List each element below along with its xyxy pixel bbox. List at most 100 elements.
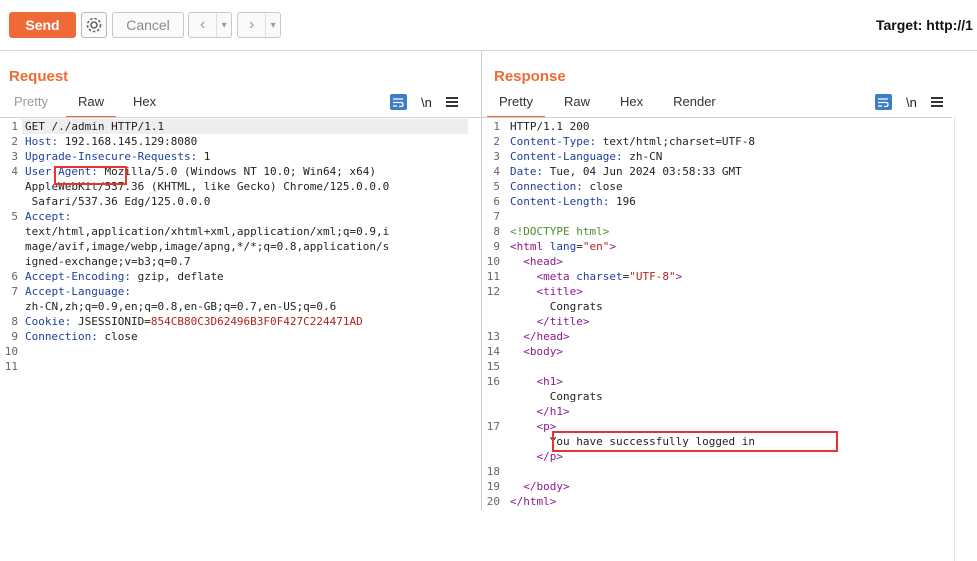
line-number: 7	[11, 285, 18, 298]
line-number: 2	[493, 135, 500, 148]
code-text: zh-CN,zh;q=0.9,en;q=0.8,en-GB;q=0.7,en-U…	[25, 300, 337, 313]
wrap-lines-icon[interactable]	[390, 94, 407, 110]
line-number: 20	[486, 495, 500, 508]
response-tabs: Pretty Raw Hex Render	[487, 94, 716, 118]
tab-hex[interactable]: Hex	[620, 94, 643, 114]
code-text: igned-exchange;v=b3;q=0.7	[25, 255, 191, 268]
newline-toggle[interactable]: \n	[421, 95, 432, 110]
header-value: close	[97, 330, 138, 343]
html-attr: charset	[569, 270, 623, 283]
line-number: 2	[11, 135, 18, 148]
code-line: Content-Type: text/html;charset=UTF-8	[510, 134, 755, 149]
html-tag: <title>	[536, 285, 583, 298]
tab-pretty[interactable]: Pretty	[14, 94, 48, 114]
forward-arrow-icon[interactable]: ›	[238, 13, 265, 37]
forward-dropdown-icon[interactable]: ▾	[265, 13, 280, 37]
back-arrow-icon[interactable]: ‹	[189, 13, 216, 37]
code-line: <!DOCTYPE html>	[510, 224, 609, 239]
text-content: Congrats	[549, 390, 603, 403]
header-name: Content-Length:	[510, 195, 610, 208]
request-editor-tools: \n	[390, 94, 458, 110]
code-line: Content-Length: 196	[510, 194, 636, 209]
code-line: Accept-Encoding: gzip, deflate	[25, 269, 224, 284]
target-label[interactable]: Target: http://1	[876, 17, 973, 33]
html-tag: </html>	[510, 495, 557, 508]
line-number: 7	[493, 210, 500, 223]
doctype: <!DOCTYPE html>	[510, 225, 610, 238]
html-tag: </title>	[536, 315, 590, 328]
code-line: <title>	[510, 284, 583, 299]
code-line: </html>	[510, 494, 556, 509]
code-line: text/html,application/xhtml+xml,applicat…	[25, 224, 389, 239]
tab-raw[interactable]: Raw	[65, 94, 117, 118]
code-line: igned-exchange;v=b3;q=0.7	[25, 254, 191, 269]
header-value: JSESSIONID=	[71, 315, 151, 328]
header-value: gzip, deflate	[130, 270, 224, 283]
header-value: close	[582, 180, 623, 193]
tab-hex[interactable]: Hex	[133, 94, 156, 114]
response-title: Response	[494, 68, 566, 85]
header-name: Content-Type:	[510, 135, 597, 148]
code-line: Safari/537.36 Edg/125.0.0.0	[25, 194, 211, 209]
line-number: 6	[11, 270, 18, 283]
code-line: <meta charset="UTF-8">	[510, 269, 683, 284]
code-line: Connection: close	[510, 179, 623, 194]
header-name: Upgrade-Insecure-Requests:	[25, 150, 198, 163]
line-number: 5	[493, 180, 500, 193]
html-tag: >	[675, 270, 683, 283]
html-tag: <h1>	[536, 375, 564, 388]
send-button[interactable]: Send	[9, 12, 76, 38]
back-dropdown-icon[interactable]: ▾	[216, 13, 231, 37]
line-number: 6	[493, 195, 500, 208]
line-number: 17	[486, 420, 500, 433]
line-number: 8	[493, 225, 500, 238]
menu-icon[interactable]	[445, 97, 458, 107]
code-line: <html lang="en">	[510, 239, 616, 254]
header-name: Accept-Encoding:	[25, 270, 131, 283]
code-line: Connection: close	[25, 329, 138, 344]
response-pane: Response Pretty Raw Hex Render \n 1 HTTP/…	[482, 51, 977, 561]
header-value: zh-CN	[622, 150, 663, 163]
equals: =	[576, 240, 583, 253]
header-value: 1	[197, 150, 211, 163]
cookie-value: 854CB80C3D62496B3F0F427C224471AD	[150, 315, 363, 328]
line-number: 16	[486, 375, 500, 388]
code-line: GET /./admin HTTP/1.1	[25, 119, 164, 134]
tab-pretty[interactable]: Pretty	[487, 94, 545, 118]
html-tag: </body>	[523, 480, 570, 493]
highlight-box-path	[54, 166, 127, 185]
code-line: Accept-Language:	[25, 284, 131, 299]
line-number: 14	[486, 345, 500, 358]
cancel-button[interactable]: Cancel	[112, 12, 184, 38]
scrollbar[interactable]	[954, 117, 977, 561]
line-number: 10	[4, 345, 18, 358]
code-line: HTTP/1.1 200	[510, 119, 589, 134]
tab-render[interactable]: Render	[673, 94, 716, 114]
settings-gear-icon[interactable]	[81, 12, 107, 38]
line-number: 9	[11, 330, 18, 343]
header-value: Tue, 04 Jun 2024 03:58:33 GMT	[543, 165, 742, 178]
attr-value: "UTF-8"	[629, 270, 676, 283]
code-line: zh-CN,zh;q=0.9,en;q=0.8,en-GB;q=0.7,en-U…	[25, 299, 336, 314]
line-number: 11	[486, 270, 500, 283]
line-number: 18	[486, 465, 500, 478]
tab-raw[interactable]: Raw	[564, 94, 590, 114]
html-tag: <head>	[523, 255, 563, 268]
code-line: Host: 192.168.145.129:8080	[25, 134, 197, 149]
header-name: Connection:	[25, 330, 98, 343]
line-number: 5	[11, 210, 18, 223]
code-line: Accept:	[25, 209, 71, 224]
menu-icon[interactable]	[930, 97, 943, 107]
response-editor-tools: \n	[875, 94, 943, 110]
wrap-lines-icon[interactable]	[875, 94, 892, 110]
html-attr: lang	[543, 240, 577, 253]
newline-toggle[interactable]: \n	[906, 95, 917, 110]
